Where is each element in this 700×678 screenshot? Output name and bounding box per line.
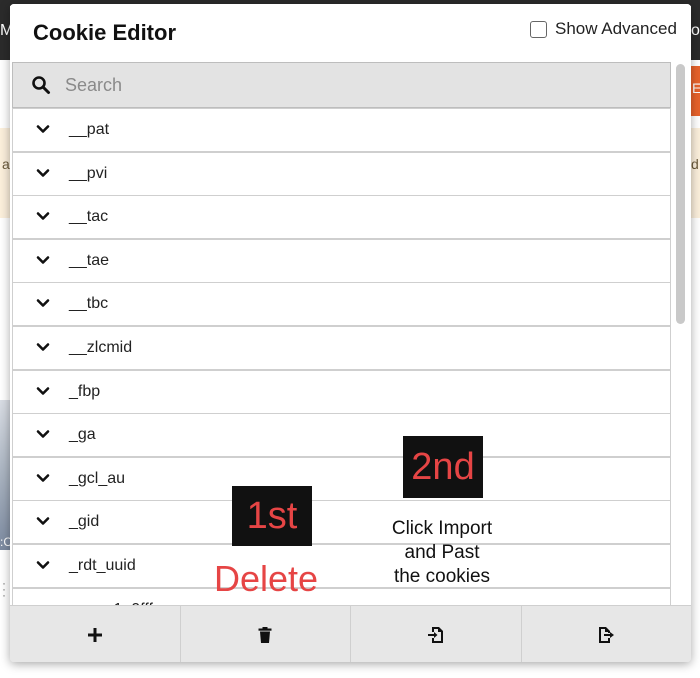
delete-all-button[interactable]: [180, 606, 351, 662]
bottom-toolbar: [10, 605, 691, 662]
chevron-down-icon[interactable]: [35, 295, 51, 311]
export-icon: [599, 626, 615, 643]
chevron-down-icon[interactable]: [35, 208, 51, 224]
cookie-row[interactable]: __tae: [12, 238, 671, 283]
chevron-down-icon[interactable]: [35, 470, 51, 486]
add-cookie-button[interactable]: [10, 606, 181, 662]
chevron-down-icon[interactable]: [35, 165, 51, 181]
show-advanced-label: Show Advanced: [555, 19, 677, 38]
cookie-name: __tae: [69, 251, 110, 269]
background-right-banner: d: [691, 128, 700, 218]
export-button[interactable]: [521, 606, 691, 662]
show-advanced-toggle[interactable]: Show Advanced: [530, 19, 677, 39]
cookie-row[interactable]: _rdt_uuid: [12, 544, 671, 588]
cookie-row[interactable]: __pat: [12, 108, 671, 152]
cookie-row[interactable]: __zlcmid: [12, 326, 671, 370]
cookie-row[interactable]: __pvi: [12, 151, 671, 196]
cookie-name: __tbc: [69, 295, 109, 313]
cookie-row[interactable]: _fbp: [12, 369, 671, 414]
search-input[interactable]: Search: [65, 75, 122, 96]
chevron-down-icon[interactable]: [35, 557, 51, 573]
cookie-row[interactable]: _gid: [12, 500, 671, 545]
popup-title: Cookie Editor: [33, 20, 177, 45]
show-advanced-checkbox[interactable]: [530, 20, 547, 38]
annotation-import-text: Click Import and Past the cookies: [391, 518, 493, 587]
chevron-down-icon[interactable]: [35, 383, 51, 399]
cookie-name: __pat: [69, 121, 110, 138]
scrollbar-thumb[interactable]: [676, 64, 685, 324]
search-bar[interactable]: Search: [12, 62, 671, 108]
chevron-down-icon[interactable]: [35, 121, 51, 137]
chevron-down-icon[interactable]: [35, 513, 51, 529]
cookie-name: _rdt_uuid: [69, 557, 136, 574]
background-left-image: :C: [0, 400, 12, 550]
cookie-name: __tac: [69, 208, 109, 226]
annotation-second-badge: 2nd: [403, 436, 483, 498]
cookie-list: __pat __pvi __tac __tae __tbc __zlcmid _fbp _ga…: [12, 108, 671, 606]
cookie-name: _gid: [69, 513, 100, 531]
cookie-editor-popup: Cookie Editor Show Advanced Search __pat…: [10, 4, 691, 662]
background-right-nav: o: [691, 0, 700, 60]
import-icon: [427, 626, 443, 643]
background-left-banner: a: [0, 128, 10, 218]
background-left-nav: M: [0, 0, 13, 60]
annotation-first-badge: 1st: [232, 486, 312, 546]
chevron-down-icon[interactable]: [35, 339, 51, 355]
chevron-down-icon[interactable]: [35, 252, 51, 268]
cookie-name: __zlcmid: [69, 339, 133, 356]
cookie-row[interactable]: _____1_0fff: [12, 587, 671, 606]
trash-icon: [258, 626, 272, 643]
cookie-name: _gcl_au: [69, 469, 126, 487]
background-right-button: E: [691, 66, 700, 116]
cookie-name: _fbp: [69, 382, 101, 400]
background-dots-icon: · · ·: [2, 576, 6, 602]
cookie-row[interactable]: _gcl_au: [12, 456, 671, 501]
plus-icon: [87, 627, 102, 642]
cookie-name: __pvi: [69, 164, 108, 182]
popup-header: Cookie Editor Show Advanced: [10, 4, 691, 61]
cookie-row[interactable]: __tac: [12, 195, 671, 240]
search-icon: [32, 76, 50, 94]
annotation-delete-text: Delete: [214, 558, 319, 599]
chevron-down-icon[interactable]: [35, 426, 51, 442]
cookie-row[interactable]: __tbc: [12, 282, 671, 327]
import-button[interactable]: [351, 606, 522, 662]
cookie-name: _ga: [69, 426, 96, 444]
cookie-row[interactable]: _ga: [12, 413, 671, 458]
